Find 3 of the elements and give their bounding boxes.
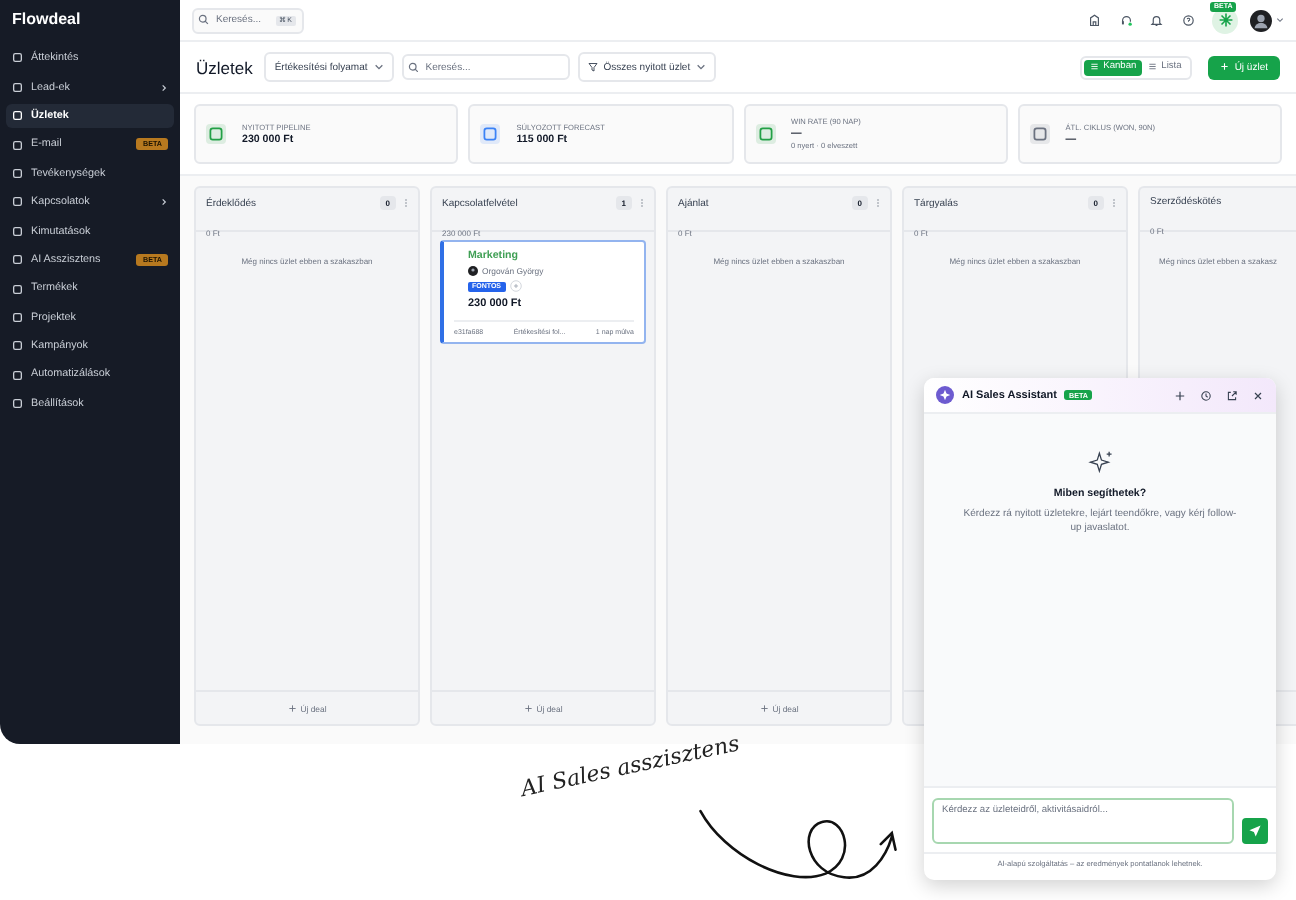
handwritten-caption: AI Sales asszisztens — [518, 730, 742, 802]
logo: Flowdeal — [10, 8, 83, 32]
page-title: Üzletek — [196, 57, 253, 77]
